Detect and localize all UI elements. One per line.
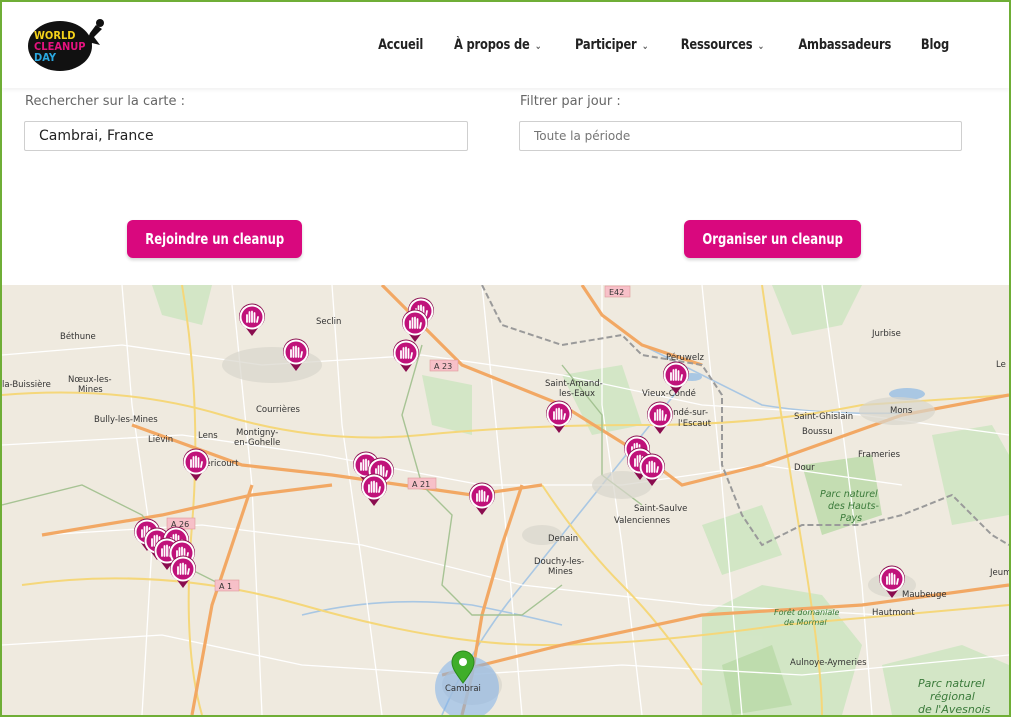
- svg-text:Le: Le: [996, 360, 1006, 370]
- nav-label: Participer: [574, 37, 637, 53]
- svg-text:Maubeuge: Maubeuge: [902, 590, 947, 600]
- svg-text:Pays: Pays: [840, 513, 862, 524]
- svg-text:les-Eaux: les-Eaux: [559, 389, 595, 399]
- svg-text:Parc naturel: Parc naturel: [918, 677, 985, 690]
- nav-label: À propos de: [454, 37, 530, 53]
- cleanup-marker[interactable]: [182, 448, 210, 482]
- svg-text:Montigny-: Montigny-: [236, 428, 278, 438]
- nav-item-participer[interactable]: Participer ⌄: [575, 37, 648, 53]
- svg-text:Denain: Denain: [548, 534, 578, 544]
- svg-text:Valenciennes: Valenciennes: [614, 516, 671, 526]
- chevron-down-icon: ⌄: [641, 41, 648, 52]
- filter-day-label: Filtrer par jour :: [520, 94, 621, 109]
- page-frame: WORLD CLEANUP DAY Accueil À propos de ⌄ P…: [0, 0, 1011, 717]
- svg-text:Saint-Saulve: Saint-Saulve: [634, 504, 687, 514]
- nav-label: Ambassadeurs: [797, 37, 891, 53]
- svg-text:Forêt domaniale: Forêt domaniale: [774, 607, 839, 617]
- nav-label: Accueil: [378, 37, 424, 53]
- svg-text:Boussu: Boussu: [802, 427, 833, 437]
- join-cleanup-button[interactable]: Rejoindre un cleanup: [127, 220, 302, 258]
- svg-text:Seclin: Seclin: [316, 317, 341, 327]
- svg-text:Cambrai: Cambrai: [445, 684, 481, 694]
- svg-text:Parc naturel: Parc naturel: [820, 489, 878, 500]
- svg-text:Frameries: Frameries: [858, 450, 901, 460]
- nav-item-ambassadeurs[interactable]: Ambassadeurs: [798, 37, 891, 53]
- svg-text:Mines: Mines: [78, 385, 103, 395]
- chevron-down-icon: ⌄: [757, 41, 764, 52]
- svg-text:Nœux-les-: Nœux-les-: [68, 375, 112, 385]
- svg-text:Douchy-les-: Douchy-les-: [534, 557, 584, 567]
- svg-text:Saint-Amand-: Saint-Amand-: [545, 379, 603, 389]
- svg-text:Saint-Ghislain: Saint-Ghislain: [794, 412, 853, 422]
- svg-text:A 21: A 21: [412, 480, 430, 489]
- main-navigation: Accueil À propos de ⌄ Participer ⌄ Ressour…: [375, 2, 951, 88]
- nav-label: Ressources: [680, 37, 753, 53]
- nav-item-ressources[interactable]: Ressources ⌄: [680, 37, 765, 53]
- svg-text:Jeum: Jeum: [989, 568, 1009, 578]
- svg-text:Vieux-Condé: Vieux-Condé: [642, 388, 696, 399]
- cleanup-marker[interactable]: [238, 303, 266, 337]
- world-cleanup-day-logo[interactable]: WORLD CLEANUP DAY: [20, 15, 110, 75]
- svg-text:de l'Avesnois: de l'Avesnois: [918, 703, 991, 715]
- svg-text:E42: E42: [609, 288, 624, 297]
- nav-item-blog[interactable]: Blog: [921, 37, 949, 53]
- organize-cleanup-label: Organiser un cleanup: [702, 230, 843, 248]
- filter-day-input[interactable]: [519, 121, 962, 151]
- nav-item-accueil[interactable]: Accueil: [378, 37, 423, 53]
- svg-text:Liévin: Liévin: [148, 434, 173, 445]
- svg-text:Bully-les-Mines: Bully-les-Mines: [94, 415, 158, 425]
- svg-text:la-Buissière: la-Buissière: [2, 379, 51, 390]
- svg-text:en-Gohelle: en-Gohelle: [234, 438, 280, 448]
- svg-text:A 1: A 1: [219, 582, 232, 591]
- join-cleanup-label: Rejoindre un cleanup: [145, 230, 284, 248]
- cleanup-marker[interactable]: [401, 309, 429, 343]
- svg-text:de Mormal: de Mormal: [784, 618, 827, 627]
- site-header: WORLD CLEANUP DAY Accueil À propos de ⌄ P…: [2, 2, 1009, 88]
- chevron-down-icon: ⌄: [535, 41, 542, 52]
- svg-text:Jurbise: Jurbise: [871, 329, 901, 339]
- nav-label: Blog: [920, 37, 950, 53]
- svg-text:Mons: Mons: [890, 406, 913, 416]
- svg-text:Béthune: Béthune: [60, 331, 96, 342]
- cleanup-marker[interactable]: [646, 401, 674, 435]
- svg-text:l'Escaut: l'Escaut: [678, 419, 712, 429]
- svg-text:Hautmont: Hautmont: [872, 608, 915, 618]
- nav-item-a-propos[interactable]: À propos de ⌄: [454, 37, 542, 53]
- svg-text:régional: régional: [930, 690, 975, 703]
- cleanup-map[interactable]: E42 A 23 A 21 A 26 A 1 Béthune Seclin Pé…: [2, 285, 1009, 715]
- cleanup-marker[interactable]: [468, 482, 496, 516]
- svg-text:des Hauts-: des Hauts-: [828, 501, 880, 512]
- svg-text:Aulnoye-Aymeries: Aulnoye-Aymeries: [790, 658, 867, 668]
- svg-text:Mines: Mines: [548, 567, 573, 577]
- svg-text:A 23: A 23: [434, 362, 452, 371]
- cleanup-marker[interactable]: [545, 400, 573, 434]
- svg-text:Dour: Dour: [794, 463, 815, 473]
- svg-text:Péruwelz: Péruwelz: [666, 352, 704, 363]
- map-canvas[interactable]: E42 A 23 A 21 A 26 A 1 Béthune Seclin Pé…: [2, 285, 1009, 715]
- cleanup-marker[interactable]: [360, 473, 388, 507]
- logo-word-day: DAY: [34, 51, 57, 64]
- search-label: Rechercher sur la carte :: [25, 94, 186, 109]
- svg-text:Lens: Lens: [198, 431, 218, 441]
- search-input[interactable]: [24, 121, 468, 151]
- organize-cleanup-button[interactable]: Organiser un cleanup: [684, 220, 861, 258]
- svg-text:Courrières: Courrières: [256, 404, 300, 415]
